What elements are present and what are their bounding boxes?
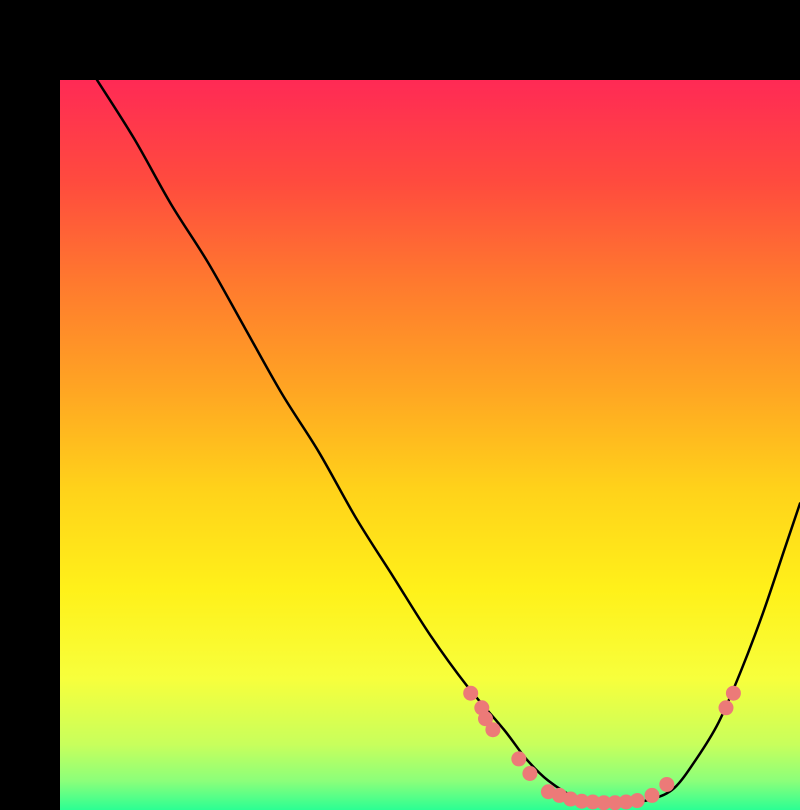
data-marker	[719, 700, 734, 715]
data-marker	[659, 777, 674, 792]
data-marker	[511, 751, 526, 766]
data-marker	[630, 793, 645, 808]
data-marker	[522, 766, 537, 781]
chart-frame	[0, 0, 800, 800]
chart-background	[60, 80, 800, 810]
chart-svg	[60, 80, 800, 810]
chart-plot-area	[60, 80, 800, 810]
data-marker	[485, 722, 500, 737]
data-marker	[645, 788, 660, 803]
data-marker	[463, 686, 478, 701]
data-marker	[726, 686, 741, 701]
